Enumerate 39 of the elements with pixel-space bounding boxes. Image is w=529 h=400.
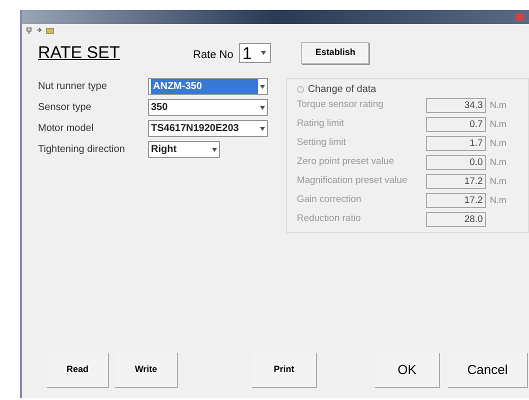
unit-label: N.m (490, 118, 506, 131)
pin-icon[interactable] (26, 26, 32, 34)
dropdown[interactable]: ANZM-350 (148, 78, 268, 95)
establish-button[interactable]: Establish (301, 42, 370, 64)
setting-label: Motor model (38, 122, 95, 136)
folder-icon[interactable] (46, 26, 54, 34)
caret-icon[interactable] (260, 126, 265, 130)
caret-icon[interactable] (261, 51, 266, 55)
unit-label: N.m (490, 174, 506, 188)
field-label: Zero point preset value (296, 155, 395, 170)
field-label: Reduction ratio (296, 212, 362, 226)
unit-label: N.m (490, 156, 506, 169)
dropdown[interactable]: 350 (148, 99, 268, 116)
caret-icon[interactable] (260, 106, 265, 110)
setting-label: Nut runner type (38, 80, 108, 94)
field-label: Magnification preset value (296, 174, 408, 188)
dropdown[interactable]: Right (148, 141, 220, 158)
setting-label: Tightening direction (38, 143, 126, 157)
arrow-icon[interactable] (36, 26, 42, 34)
unit-label: N.m (490, 194, 506, 207)
dropdown[interactable]: TS4617N1920E203 (148, 120, 268, 137)
dialog-button[interactable]: Print (252, 353, 317, 388)
field-label: Rating limit (296, 117, 345, 132)
unit-label: N.m (490, 136, 506, 150)
field-label: Torque sensor rating (296, 98, 384, 112)
rate-no-combo[interactable]: 1 (239, 43, 272, 63)
setting-label: Sensor type (38, 101, 92, 115)
rate-no-label: Rate No (193, 48, 234, 63)
dialog-button[interactable]: Cancel (448, 353, 528, 388)
dialog-button[interactable]: OK (375, 353, 440, 388)
unit-label: N.m (490, 98, 506, 112)
dialog-button[interactable]: Write (115, 353, 178, 388)
window-title: RATE SET (38, 42, 121, 64)
caret-icon[interactable] (212, 148, 217, 152)
dialog-button[interactable]: Read (47, 353, 109, 388)
caret-icon[interactable] (260, 84, 265, 88)
field-label: Gain correction (296, 193, 362, 208)
group-label: Change of data (308, 82, 376, 96)
field-label: Setting limit (296, 136, 347, 150)
